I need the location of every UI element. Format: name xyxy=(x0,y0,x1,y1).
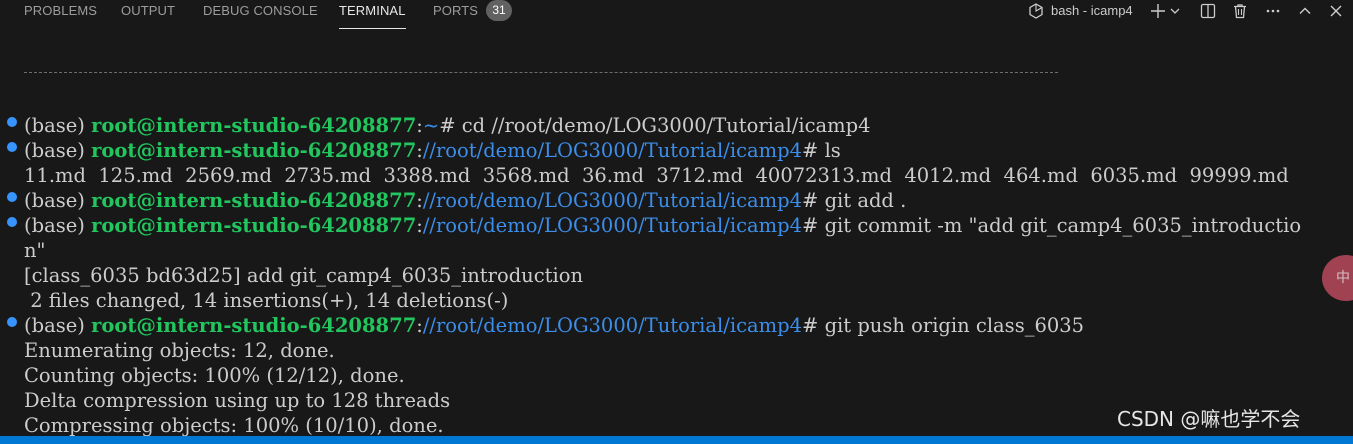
tab-debug-console[interactable]: DEBUG CONSOLE xyxy=(203,0,318,34)
terminal-shell-selector[interactable]: bash - icamp4 xyxy=(1051,0,1133,21)
terminal-line: (base) root@intern-studio-64208877://roo… xyxy=(24,314,1085,337)
terminal-line: Compressing objects: 100% (10/10), done. xyxy=(24,414,444,437)
tab-ports[interactable]: PORTS xyxy=(433,0,478,34)
status-bar xyxy=(0,436,1353,444)
terminal-icon xyxy=(1026,0,1046,21)
close-icon[interactable] xyxy=(1326,0,1346,21)
terminal-line: Enumerating objects: 12, done. xyxy=(24,339,335,362)
terminal-output[interactable]: (base) root@intern-studio-64208877:~# cd… xyxy=(0,34,1353,437)
tab-output[interactable]: OUTPUT xyxy=(121,0,175,34)
separator-line xyxy=(24,72,1058,73)
split-icon[interactable] xyxy=(1198,0,1218,21)
tab-terminal[interactable]: TERMINAL xyxy=(339,0,406,34)
watermark: CSDN @嘛也学不会 xyxy=(1117,407,1301,431)
tab-problems[interactable]: PROBLEMS xyxy=(24,0,97,34)
command-status-dot[interactable] xyxy=(7,192,17,202)
command-status-dot[interactable] xyxy=(7,217,17,227)
more-icon[interactable] xyxy=(1263,0,1283,21)
chevron-up-icon[interactable] xyxy=(1295,0,1315,21)
command-status-dot[interactable] xyxy=(7,117,17,127)
terminal-line: Counting objects: 100% (12/12), done. xyxy=(24,364,405,387)
command-status-dot[interactable] xyxy=(7,142,17,152)
terminal-line: (base) root@intern-studio-64208877://roo… xyxy=(24,214,1302,237)
terminal-line: 11.md 125.md 2569.md 2735.md 3388.md 356… xyxy=(24,164,1289,187)
terminal-line: n" xyxy=(24,239,46,262)
terminal-line: [class_6035 bd63d25] add git_camp4_6035_… xyxy=(24,264,584,287)
terminal-line: (base) root@intern-studio-64208877://roo… xyxy=(24,139,841,162)
input-method-label: 中 xyxy=(1336,270,1350,286)
plus-icon[interactable] xyxy=(1148,0,1168,21)
command-status-dot[interactable] xyxy=(7,317,17,327)
ports-count-badge: 31 xyxy=(486,0,512,21)
terminal-line: 2 files changed, 14 insertions(+), 14 de… xyxy=(24,289,509,312)
terminal-line: (base) root@intern-studio-64208877://roo… xyxy=(24,189,907,212)
terminal-line: (base) root@intern-studio-64208877:~# cd… xyxy=(24,114,871,137)
trash-icon[interactable] xyxy=(1230,0,1250,21)
terminal-line: Delta compression using up to 128 thread… xyxy=(24,389,451,412)
panel-tab-bar: PROBLEMS OUTPUT DEBUG CONSOLE TERMINAL P… xyxy=(0,0,1353,34)
chevron-down-icon[interactable] xyxy=(1168,0,1182,21)
